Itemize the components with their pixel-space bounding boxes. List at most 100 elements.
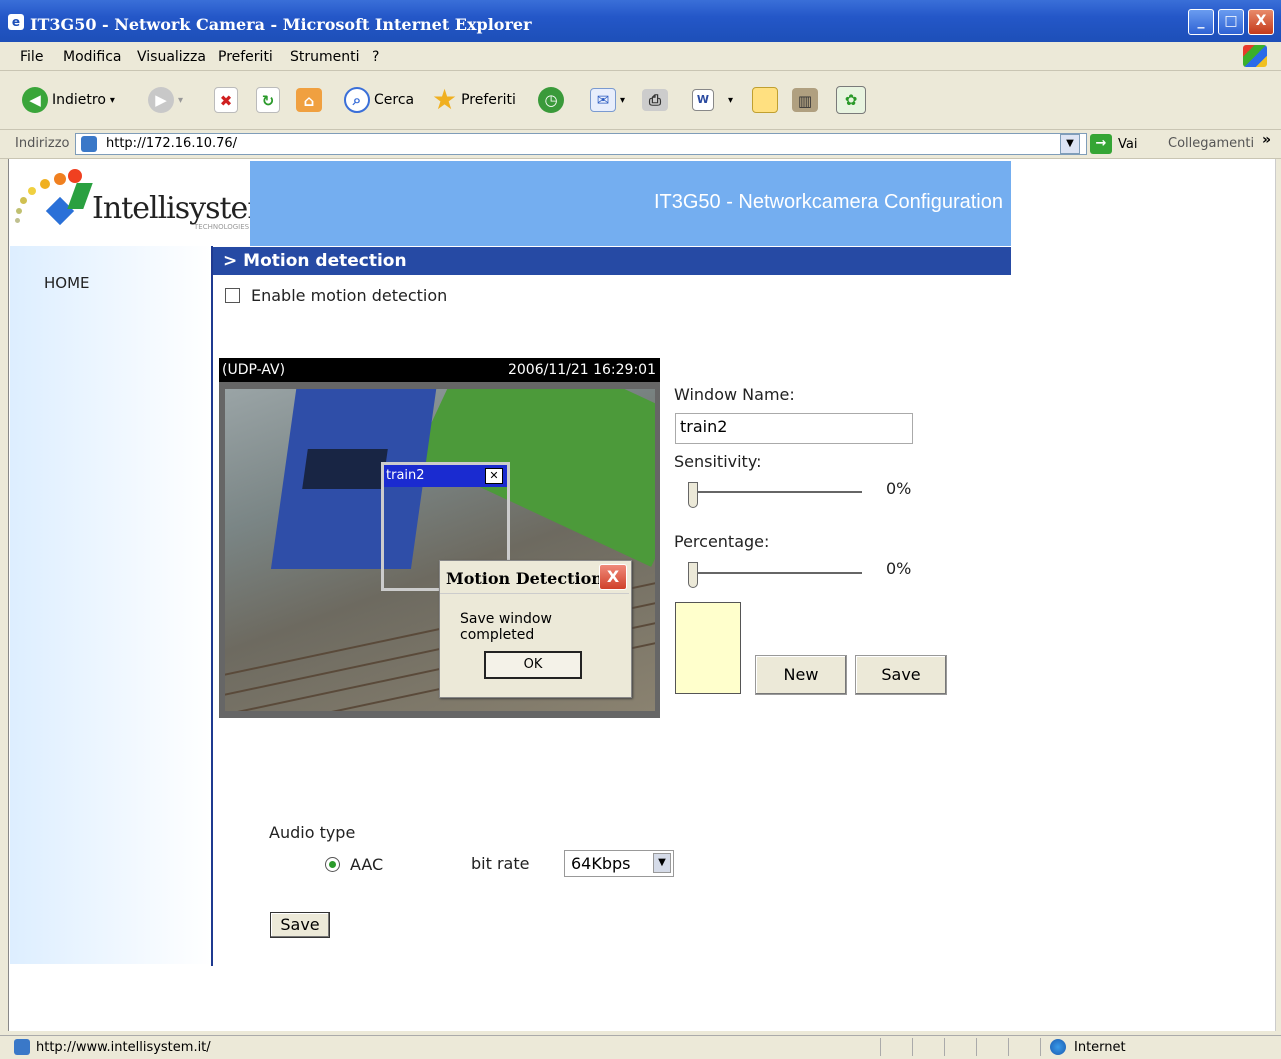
minimize-button[interactable]: _ xyxy=(1188,9,1214,35)
history-button[interactable]: ◷ xyxy=(538,86,564,114)
stop-button[interactable]: ✖ xyxy=(214,86,238,114)
address-input[interactable]: http://172.16.10.76/ xyxy=(75,133,1087,155)
windows-logo-icon xyxy=(1243,45,1267,67)
enable-motion-checkbox[interactable] xyxy=(225,288,240,303)
page-icon xyxy=(81,136,97,152)
favorites-button[interactable]: ★ Preferiti xyxy=(432,86,516,114)
motion-window-close-icon[interactable]: ✕ xyxy=(485,468,503,484)
forward-button[interactable]: ▶ ▾ xyxy=(148,86,183,114)
mail-button[interactable]: ✉ ▾ xyxy=(590,86,625,114)
menu-strumenti[interactable]: Strumenti xyxy=(290,49,360,65)
video-timestamp: 2006/11/21 16:29:01 xyxy=(507,362,656,378)
star-icon: ★ xyxy=(432,83,458,116)
menu-visualizza[interactable]: Visualizza xyxy=(137,49,206,65)
color-swatch xyxy=(675,602,741,694)
window-name-input[interactable]: train2 xyxy=(675,413,913,444)
window-title: IT3G50 - Network Camera - Microsoft Inte… xyxy=(30,15,532,34)
sensitivity-value: 0% xyxy=(886,479,912,498)
menu-modifica[interactable]: Modifica xyxy=(63,49,122,65)
logo-text: Intellisystem xyxy=(92,191,276,226)
bit-rate-label: bit rate xyxy=(471,854,530,873)
research-icon: ▥ xyxy=(792,88,818,112)
globe-icon xyxy=(1050,1039,1066,1055)
sidebar-divider xyxy=(211,246,213,966)
dialog-message: Save window completed xyxy=(460,611,552,643)
percentage-label: Percentage: xyxy=(674,532,770,551)
title-bar: e IT3G50 - Network Camera - Microsoft In… xyxy=(0,0,1281,42)
maximize-button[interactable]: □ xyxy=(1218,9,1244,35)
mail-icon: ✉ xyxy=(590,88,616,112)
enable-motion-label: Enable motion detection xyxy=(251,286,448,305)
back-dropdown-icon[interactable]: ▾ xyxy=(110,95,115,106)
menu-file[interactable]: File xyxy=(20,49,43,65)
bit-rate-value: 64Kbps xyxy=(571,854,631,873)
logo: Intellisystem TECHNOLOGIES xyxy=(10,161,276,241)
favorites-label: Preferiti xyxy=(461,92,516,108)
percentage-value: 0% xyxy=(886,559,912,578)
edit-button[interactable]: W ▾ xyxy=(692,86,733,114)
back-arrow-icon: ◀ xyxy=(22,87,48,113)
video-header: (UDP-AV) 2006/11/21 16:29:01 xyxy=(219,358,660,382)
section-header: > Motion detection xyxy=(213,247,1011,275)
back-label: Indietro xyxy=(52,92,106,108)
dialog-close-button[interactable]: X xyxy=(599,564,627,590)
sidebar-item-home[interactable]: HOME xyxy=(44,274,90,292)
forward-dropdown-icon: ▾ xyxy=(178,94,184,106)
home-icon: ⌂ xyxy=(296,88,322,112)
sensitivity-slider-thumb[interactable] xyxy=(688,482,698,508)
research-button[interactable]: ▥ xyxy=(792,86,818,114)
percentage-slider-thumb[interactable] xyxy=(688,562,698,588)
percentage-slider-track[interactable] xyxy=(690,572,862,575)
address-dropdown-icon[interactable]: ▼ xyxy=(1060,134,1080,154)
motion-window-titlebar[interactable]: train2 ✕ xyxy=(384,465,507,487)
address-bar: Indirizzo http://172.16.10.76/ ▼ → Vai C… xyxy=(0,130,1281,159)
edit-dropdown-icon[interactable]: ▾ xyxy=(728,95,733,106)
go-button[interactable]: → Vai xyxy=(1090,134,1137,154)
print-button[interactable]: ⎙ xyxy=(642,86,668,114)
sensitivity-label: Sensitivity: xyxy=(674,452,762,471)
toolbar: ◀ Indietro ▾ ▶ ▾ ✖ ↻ ⌂ ⌕ Cerca ★ Preferi… xyxy=(0,71,1281,130)
dialog-body: Save window completed OK xyxy=(440,593,629,696)
dialog-titlebar: Motion Detection X xyxy=(440,561,631,593)
go-label: Vai xyxy=(1118,136,1138,152)
links-label[interactable]: Collegamenti xyxy=(1168,136,1254,151)
search-icon: ⌕ xyxy=(344,87,370,113)
save-window-button[interactable]: Save xyxy=(855,655,947,695)
page-status-icon xyxy=(14,1039,30,1055)
video-mode: (UDP-AV) xyxy=(222,362,286,378)
logo-subtext: TECHNOLOGIES xyxy=(194,223,250,231)
audio-aac-radio[interactable] xyxy=(325,857,340,872)
status-zone: Internet xyxy=(1074,1040,1126,1055)
menu-bar: File Modifica Visualizza Preferiti Strum… xyxy=(0,42,1281,71)
bit-rate-select[interactable]: 64Kbps ▼ xyxy=(564,850,674,877)
new-window-button[interactable]: New xyxy=(755,655,847,695)
print-icon: ⎙ xyxy=(642,89,668,111)
discuss-button[interactable] xyxy=(752,86,778,114)
save-dialog: Motion Detection X Save window completed… xyxy=(439,560,632,698)
refresh-button[interactable]: ↻ xyxy=(256,86,280,114)
search-label: Cerca xyxy=(374,92,415,108)
home-button[interactable]: ⌂ xyxy=(296,86,322,114)
status-bar: http://www.intellisystem.it/ Internet xyxy=(0,1035,1281,1059)
close-button[interactable]: X xyxy=(1248,9,1274,35)
flower-icon: ✿ xyxy=(836,86,866,114)
menu-help[interactable]: ? xyxy=(372,49,379,65)
banner-title: IT3G50 - Networkcamera Configuration xyxy=(653,191,1003,213)
dialog-ok-button[interactable]: OK xyxy=(484,651,582,679)
sensitivity-slider-track[interactable] xyxy=(690,491,862,494)
links-chevron-icon[interactable]: » xyxy=(1262,132,1271,148)
back-button[interactable]: ◀ Indietro ▾ xyxy=(22,86,115,114)
motion-window-name: train2 xyxy=(386,468,425,483)
history-icon: ◷ xyxy=(538,87,564,113)
menu-preferiti[interactable]: Preferiti xyxy=(218,49,273,65)
audio-type-label: Audio type xyxy=(269,823,356,842)
mail-dropdown-icon[interactable]: ▾ xyxy=(620,95,625,106)
note-icon xyxy=(752,87,778,113)
dialog-title: Motion Detection xyxy=(446,569,603,588)
audio-save-button[interactable]: Save xyxy=(270,912,330,938)
chevron-down-icon: ▼ xyxy=(653,853,671,873)
header-banner: IT3G50 - Networkcamera Configuration xyxy=(250,161,1011,246)
search-button[interactable]: ⌕ Cerca xyxy=(344,86,414,114)
forward-arrow-icon: ▶ xyxy=(148,87,174,113)
messenger-button[interactable]: ✿ xyxy=(836,86,866,114)
